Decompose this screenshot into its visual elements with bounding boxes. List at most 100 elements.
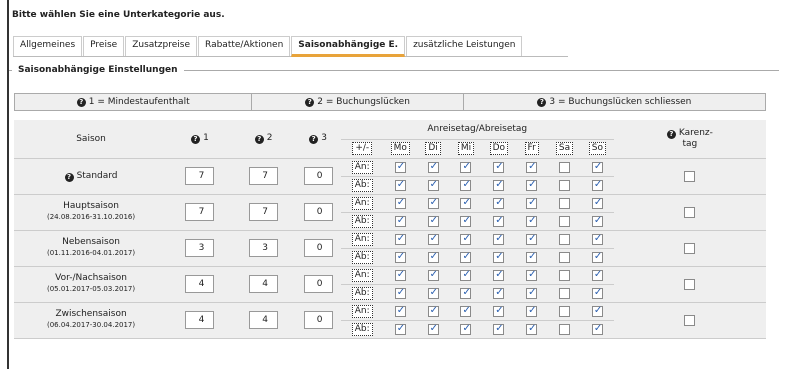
ab-toggle[interactable]: Ab: — [351, 286, 373, 300]
an-checkbox-di[interactable] — [427, 197, 439, 209]
value-input-2[interactable]: 4 — [249, 275, 279, 293]
an-checkbox-fr[interactable] — [526, 305, 538, 317]
ab-checkbox-mi[interactable] — [460, 251, 472, 263]
an-checkbox-do[interactable] — [493, 197, 505, 209]
value-input-3[interactable]: 0 — [303, 203, 333, 221]
day-toggle-mo[interactable]: Mo — [390, 142, 410, 155]
ab-checkbox-sa[interactable] — [559, 287, 571, 299]
ab-checkbox-fr[interactable] — [526, 251, 538, 263]
ab-checkbox-fr[interactable] — [526, 287, 538, 299]
tab-zusaetzliche-leistungen[interactable]: zusätzliche Leistungen — [406, 36, 523, 56]
ab-checkbox-mi[interactable] — [460, 323, 472, 335]
an-checkbox-mi[interactable] — [460, 161, 472, 173]
an-checkbox-mi[interactable] — [460, 269, 472, 281]
ab-toggle[interactable]: Ab: — [351, 250, 373, 264]
an-checkbox-do[interactable] — [493, 269, 505, 281]
an-checkbox-so[interactable] — [591, 305, 603, 317]
value-input-3[interactable]: 0 — [303, 311, 333, 329]
ab-checkbox-mo[interactable] — [394, 323, 406, 335]
an-checkbox-so[interactable] — [591, 197, 603, 209]
an-checkbox-mo[interactable] — [394, 305, 406, 317]
an-checkbox-fr[interactable] — [526, 269, 538, 281]
day-toggle-di[interactable]: Di — [425, 142, 441, 155]
ab-checkbox-do[interactable] — [493, 323, 505, 335]
ab-checkbox-di[interactable] — [427, 179, 439, 191]
ab-checkbox-do[interactable] — [493, 215, 505, 227]
an-checkbox-sa[interactable] — [559, 233, 571, 245]
an-checkbox-di[interactable] — [427, 269, 439, 281]
tab-allgemeines[interactable]: Allgemeines — [13, 36, 83, 56]
ab-checkbox-sa[interactable] — [559, 215, 571, 227]
day-toggle-fr[interactable]: Fr — [524, 142, 539, 155]
ab-checkbox-fr[interactable] — [526, 215, 538, 227]
an-checkbox-so[interactable] — [591, 233, 603, 245]
help-icon[interactable]: ? — [305, 97, 315, 107]
karenztag-checkbox[interactable] — [684, 206, 696, 218]
ab-checkbox-do[interactable] — [493, 179, 505, 191]
day-toggle-so[interactable]: So — [588, 142, 606, 155]
ab-checkbox-so[interactable] — [591, 323, 603, 335]
an-checkbox-do[interactable] — [493, 161, 505, 173]
an-toggle[interactable]: An: — [351, 196, 373, 210]
ab-toggle[interactable]: Ab: — [351, 214, 373, 228]
ab-checkbox-so[interactable] — [591, 287, 603, 299]
ab-checkbox-mo[interactable] — [394, 215, 406, 227]
ab-checkbox-sa[interactable] — [559, 251, 571, 263]
value-input-3[interactable]: 0 — [303, 239, 333, 257]
ab-checkbox-di[interactable] — [427, 215, 439, 227]
ab-checkbox-do[interactable] — [493, 251, 505, 263]
help-icon[interactable]: ? — [666, 129, 676, 139]
an-checkbox-fr[interactable] — [526, 161, 538, 173]
help-icon[interactable]: ? — [64, 172, 74, 182]
help-icon[interactable]: ? — [191, 135, 201, 145]
value-input-2[interactable]: 3 — [249, 239, 279, 257]
day-toggle-sa[interactable]: Sa — [555, 142, 574, 155]
an-checkbox-sa[interactable] — [559, 197, 571, 209]
an-checkbox-do[interactable] — [493, 233, 505, 245]
an-checkbox-sa[interactable] — [559, 269, 571, 281]
value-input-1[interactable]: 3 — [185, 239, 215, 257]
ab-checkbox-sa[interactable] — [559, 323, 571, 335]
tab-saisonabhaengige[interactable]: Saisonabhängige E. — [291, 36, 406, 57]
tab-zusatzpreise[interactable]: Zusatzpreise — [125, 36, 198, 56]
day-toggle-mi[interactable]: Mi — [457, 142, 475, 155]
ab-toggle[interactable]: Ab: — [351, 322, 373, 336]
value-input-1[interactable]: 7 — [185, 167, 215, 185]
ab-checkbox-mi[interactable] — [460, 287, 472, 299]
value-input-3[interactable]: 0 — [303, 275, 333, 293]
ab-checkbox-mi[interactable] — [460, 215, 472, 227]
an-checkbox-sa[interactable] — [559, 161, 571, 173]
tab-rabatte-aktionen[interactable]: Rabatte/Aktionen — [198, 36, 291, 56]
value-input-3[interactable]: 0 — [303, 167, 333, 185]
karenztag-checkbox[interactable] — [684, 170, 696, 182]
value-input-1[interactable]: 4 — [185, 311, 215, 329]
ab-checkbox-di[interactable] — [427, 251, 439, 263]
ab-checkbox-mo[interactable] — [394, 179, 406, 191]
ab-checkbox-mo[interactable] — [394, 287, 406, 299]
help-icon[interactable]: ? — [254, 135, 264, 145]
an-checkbox-mi[interactable] — [460, 233, 472, 245]
day-toggle-do[interactable]: Do — [489, 142, 509, 155]
ab-checkbox-so[interactable] — [591, 251, 603, 263]
ab-checkbox-mi[interactable] — [460, 179, 472, 191]
plusminus-toggle[interactable]: +/- — [352, 142, 373, 155]
an-checkbox-fr[interactable] — [526, 233, 538, 245]
ab-checkbox-di[interactable] — [427, 323, 439, 335]
help-icon[interactable]: ? — [537, 97, 547, 107]
an-checkbox-so[interactable] — [591, 269, 603, 281]
ab-checkbox-so[interactable] — [591, 215, 603, 227]
ab-checkbox-mo[interactable] — [394, 251, 406, 263]
an-checkbox-mo[interactable] — [394, 233, 406, 245]
ab-checkbox-fr[interactable] — [526, 323, 538, 335]
an-checkbox-mi[interactable] — [460, 305, 472, 317]
value-input-2[interactable]: 4 — [249, 311, 279, 329]
karenztag-checkbox[interactable] — [684, 278, 696, 290]
ab-checkbox-so[interactable] — [591, 179, 603, 191]
tab-preise[interactable]: Preise — [83, 36, 125, 56]
an-checkbox-mi[interactable] — [460, 197, 472, 209]
an-toggle[interactable]: An: — [351, 304, 373, 318]
value-input-1[interactable]: 4 — [185, 275, 215, 293]
ab-toggle[interactable]: Ab: — [351, 178, 373, 192]
ab-checkbox-fr[interactable] — [526, 179, 538, 191]
value-input-2[interactable]: 7 — [249, 167, 279, 185]
